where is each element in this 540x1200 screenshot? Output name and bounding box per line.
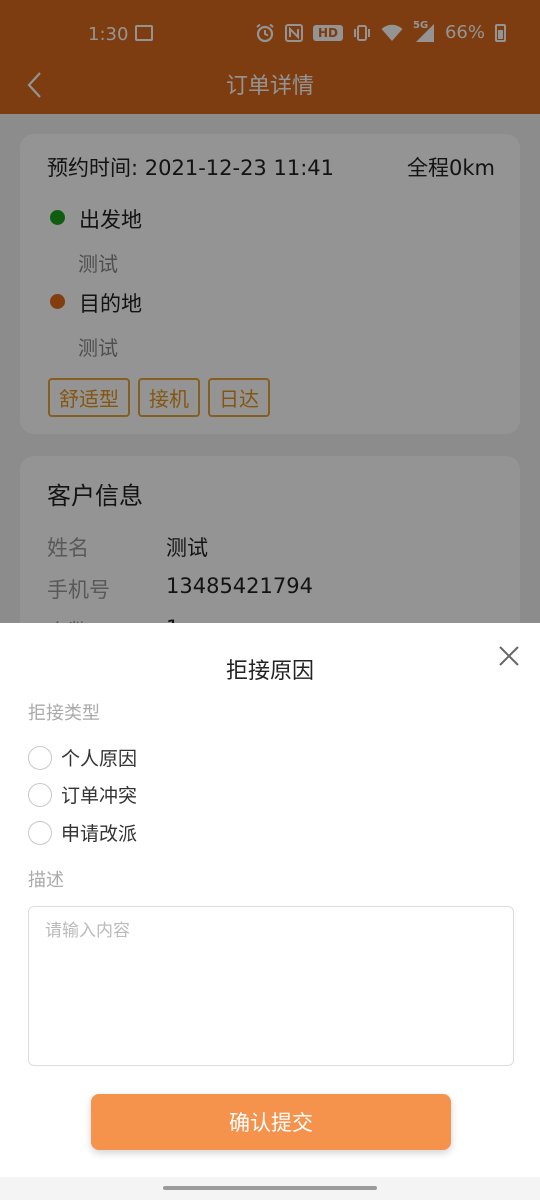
radio-button[interactable] — [28, 782, 52, 807]
option-label: 个人原因 — [61, 748, 138, 770]
option-conflict[interactable]: 订单冲突 — [28, 781, 137, 808]
modal-overlay[interactable] — [0, 0, 540, 623]
option-reassign[interactable]: 申请改派 — [28, 819, 137, 846]
submit-button[interactable]: 确认提交 — [91, 1094, 451, 1150]
gesture-bar — [0, 1177, 540, 1200]
option-label: 订单冲突 — [61, 785, 138, 807]
home-indicator[interactable] — [163, 1186, 377, 1190]
option-label: 申请改派 — [61, 823, 138, 845]
sheet-title: 拒接原因 — [225, 659, 314, 684]
option-personal[interactable]: 个人原因 — [28, 744, 137, 771]
description-label: 描述 — [28, 870, 64, 891]
radio-button[interactable] — [28, 820, 52, 845]
description-input[interactable] — [28, 906, 514, 1066]
reject-type-label: 拒接类型 — [28, 703, 100, 724]
radio-button[interactable] — [28, 745, 52, 770]
reject-reason-sheet: 拒接原因 拒接类型 个人原因 订单冲突 申请改派 描述 确认提交 — [0, 623, 540, 1200]
close-icon[interactable] — [498, 645, 520, 667]
